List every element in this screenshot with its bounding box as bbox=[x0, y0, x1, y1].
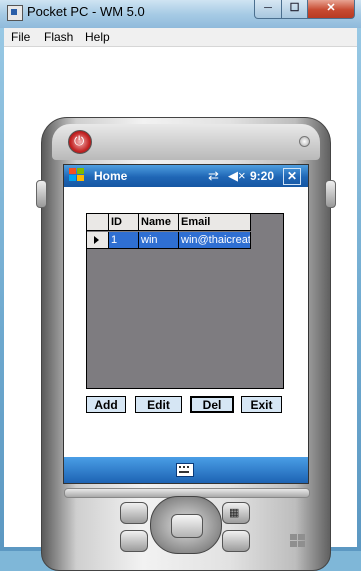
taskbar-title: Home bbox=[94, 169, 128, 183]
add-button[interactable]: Add bbox=[86, 396, 126, 413]
window-title: Pocket PC - WM 5.0 bbox=[27, 4, 145, 19]
cell-email[interactable]: win@thaicreate bbox=[179, 232, 251, 249]
call-button[interactable] bbox=[120, 502, 148, 524]
emulator-window: Pocket PC - WM 5.0 ─ ☐ ✕ File Flash Help… bbox=[0, 0, 361, 571]
keyboard-icon[interactable] bbox=[176, 463, 194, 477]
volume-icon[interactable]: ◀× bbox=[228, 168, 246, 184]
right-side-button[interactable] bbox=[325, 180, 336, 208]
action-button[interactable] bbox=[171, 514, 203, 538]
grid-icon: ▦ bbox=[229, 507, 240, 519]
delete-button[interactable]: Del bbox=[190, 396, 234, 413]
cell-name[interactable]: win bbox=[139, 232, 179, 249]
soft-input-bar bbox=[64, 457, 308, 483]
lower-right-button[interactable] bbox=[222, 530, 250, 552]
app-icon bbox=[7, 5, 23, 21]
exit-button[interactable]: Exit bbox=[241, 396, 282, 413]
device-taskbar: Home ⇄ ◀× 9:20 ✕ bbox=[64, 165, 308, 187]
grid-corner-header bbox=[87, 214, 109, 231]
hardware-controls: ▦ bbox=[120, 496, 250, 554]
minimize-button[interactable]: ─ bbox=[254, 0, 282, 19]
column-header-name[interactable]: Name bbox=[139, 214, 179, 231]
menu-help[interactable]: Help bbox=[85, 30, 110, 44]
row-selector[interactable] bbox=[87, 232, 109, 249]
windows-logo-icon bbox=[290, 534, 308, 550]
connectivity-icon[interactable]: ⇄ bbox=[208, 168, 219, 184]
column-header-email[interactable]: Email bbox=[179, 214, 251, 231]
maximize-button[interactable]: ☐ bbox=[281, 0, 308, 19]
close-button[interactable]: ✕ bbox=[307, 0, 355, 19]
menu-file[interactable]: File bbox=[11, 30, 30, 44]
device-top-bezel: ⏻ bbox=[52, 124, 320, 160]
app-close-button[interactable]: ✕ bbox=[283, 168, 301, 185]
current-row-icon bbox=[94, 236, 99, 244]
data-grid[interactable]: ID Name Email 1 win win@thaicreate bbox=[86, 213, 284, 389]
notification-led bbox=[299, 136, 310, 147]
pocket-pc-device: ⏻ Home ⇄ ◀× 9:20 ✕ ID Name Email 1 win w… bbox=[36, 117, 336, 571]
clock[interactable]: 9:20 bbox=[250, 169, 274, 183]
menu-bar: File Flash Help bbox=[4, 28, 357, 47]
directional-pad[interactable] bbox=[150, 496, 222, 554]
column-header-id[interactable]: ID bbox=[109, 214, 139, 231]
menu-flash[interactable]: Flash bbox=[44, 30, 73, 44]
power-icon: ⏻ bbox=[74, 133, 85, 148]
grid-button[interactable]: ▦ bbox=[222, 502, 250, 524]
power-button[interactable]: ⏻ bbox=[68, 130, 92, 154]
window-titlebar[interactable]: Pocket PC - WM 5.0 ─ ☐ ✕ bbox=[0, 0, 361, 28]
edit-button[interactable]: Edit bbox=[135, 396, 182, 413]
left-side-button[interactable] bbox=[36, 180, 47, 208]
start-menu-icon[interactable] bbox=[69, 168, 85, 183]
cell-id[interactable]: 1 bbox=[109, 232, 139, 249]
emulator-client-area: ⏻ Home ⇄ ◀× 9:20 ✕ ID Name Email 1 win w… bbox=[4, 47, 357, 571]
device-screen: Home ⇄ ◀× 9:20 ✕ ID Name Email 1 win win… bbox=[63, 164, 309, 484]
lower-left-button[interactable] bbox=[120, 530, 148, 552]
